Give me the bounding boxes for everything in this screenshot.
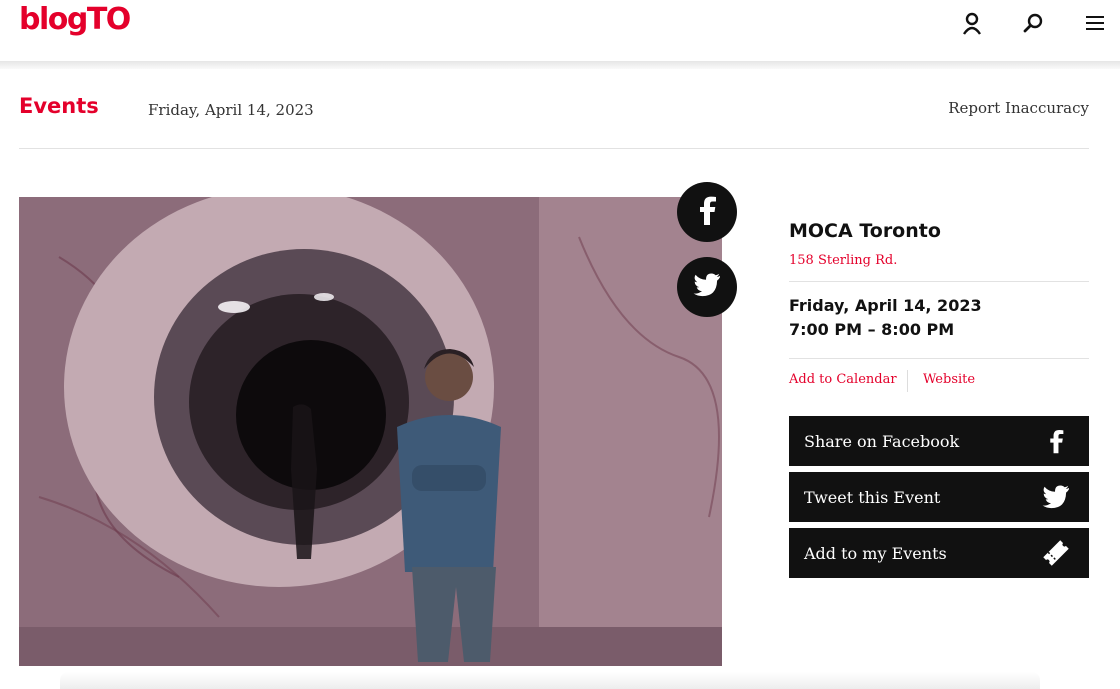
twitter-icon bbox=[1039, 482, 1073, 512]
event-date-header: Friday, April 14, 2023 bbox=[148, 101, 314, 119]
link-separator bbox=[907, 370, 908, 392]
ticket-icon bbox=[1039, 538, 1073, 568]
search-icon[interactable] bbox=[1020, 10, 1046, 36]
event-date: Friday, April 14, 2023 bbox=[789, 296, 982, 315]
add-to-my-events-button[interactable]: Add to my Events bbox=[789, 528, 1089, 578]
share-facebook-label: Share on Facebook bbox=[804, 431, 960, 451]
divider bbox=[789, 358, 1089, 359]
tweet-event-button[interactable]: Tweet this Event bbox=[789, 472, 1089, 522]
menu-icon[interactable] bbox=[1082, 10, 1108, 36]
top-navigation-bar: blogTO bbox=[0, 0, 1120, 61]
venue-address-link[interactable]: 158 Sterling Rd. bbox=[789, 253, 897, 268]
blogto-logo[interactable]: blogTO bbox=[19, 2, 131, 37]
share-facebook-button[interactable]: Share on Facebook bbox=[789, 416, 1089, 466]
header-shadow bbox=[0, 61, 1120, 69]
event-image bbox=[19, 197, 722, 666]
add-to-calendar-link[interactable]: Add to Calendar bbox=[789, 372, 897, 387]
divider bbox=[789, 281, 1089, 282]
facebook-icon bbox=[696, 195, 718, 229]
section-label[interactable]: Events bbox=[19, 94, 99, 118]
bottom-overlay bbox=[60, 672, 1040, 689]
event-time: 7:00 PM – 8:00 PM bbox=[789, 320, 955, 339]
facebook-icon bbox=[1039, 426, 1073, 456]
tweet-event-label: Tweet this Event bbox=[804, 487, 941, 507]
website-link[interactable]: Website bbox=[923, 372, 975, 387]
twitter-icon bbox=[693, 273, 721, 301]
report-inaccuracy-link[interactable]: Report Inaccuracy bbox=[948, 99, 1089, 117]
facebook-share-circle[interactable] bbox=[677, 182, 737, 242]
twitter-share-circle[interactable] bbox=[677, 257, 737, 317]
user-icon[interactable] bbox=[961, 10, 987, 36]
add-to-my-events-label: Add to my Events bbox=[804, 543, 947, 563]
venue-name[interactable]: MOCA Toronto bbox=[789, 220, 941, 242]
divider bbox=[19, 148, 1089, 149]
